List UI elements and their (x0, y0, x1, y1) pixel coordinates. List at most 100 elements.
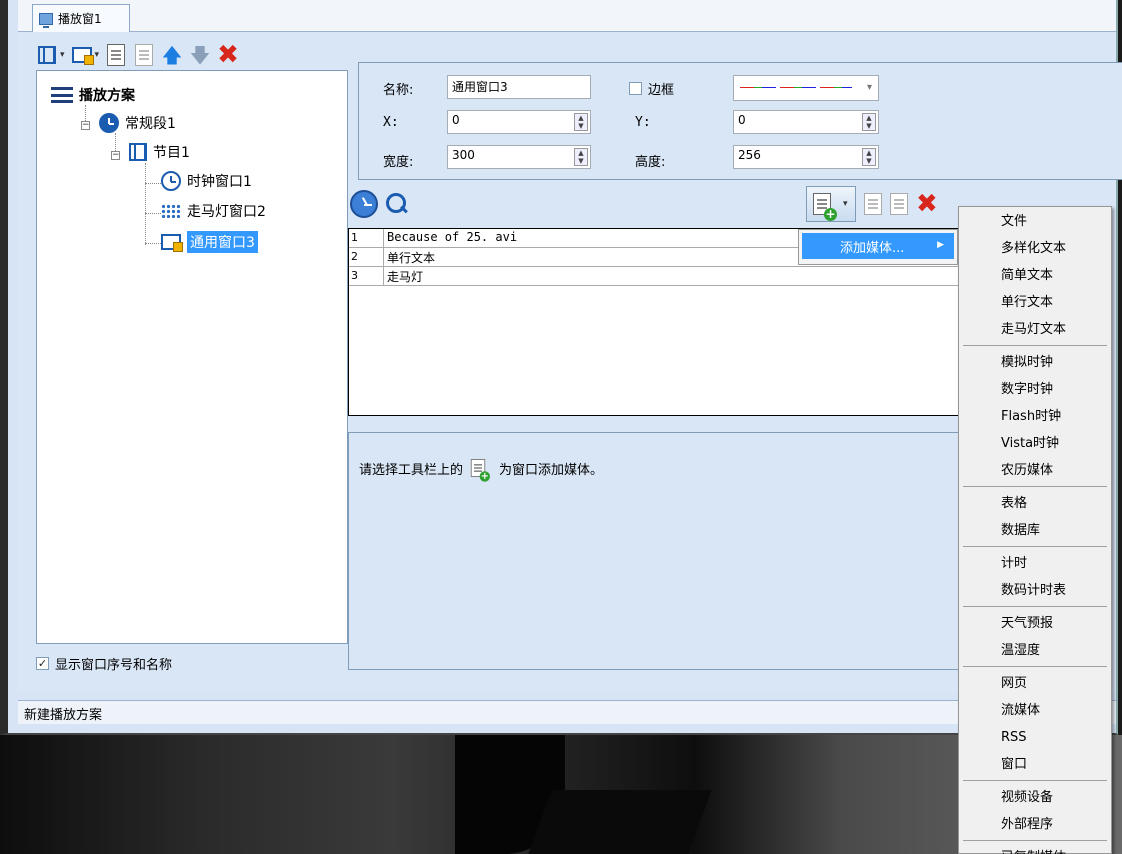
menu-item[interactable]: 天气预报 (959, 611, 1111, 637)
menu-item[interactable]: 简单文本 (959, 263, 1111, 289)
menu-separator (963, 780, 1107, 781)
add-document-icon (470, 459, 491, 482)
menu-item-add-media[interactable]: 添加媒体... ▶ (802, 233, 954, 259)
menu-item[interactable]: 模拟时钟 (959, 350, 1111, 376)
border-line-preview (740, 87, 852, 88)
main-window: 播放窗1 ▾ ▾ 🡅 🡇 ✖ 播放方案 − 常规段1 − 节目1 时钟窗口1 走… (0, 0, 1122, 735)
menu-item[interactable]: 网页 (959, 671, 1111, 697)
menu-separator (963, 345, 1107, 346)
move-down-button[interactable]: 🡇 (189, 44, 211, 66)
menu-separator (963, 546, 1107, 547)
menu-separator (963, 606, 1107, 607)
spinner-icon[interactable]: ▲ ▼ (862, 113, 876, 131)
menu-item[interactable]: 流媒体 (959, 698, 1111, 724)
window-add-button[interactable] (71, 44, 94, 66)
tree-line (145, 213, 161, 214)
chevron-down-icon[interactable]: ▾ (95, 50, 100, 60)
copy-button[interactable] (105, 44, 127, 66)
hint-text: 请选择工具栏上的 为窗口添加媒体。 (359, 457, 603, 482)
window-icon (161, 234, 183, 252)
checkbox-unchecked-icon[interactable] (629, 82, 642, 95)
media-name: Because of 25. avi (387, 230, 518, 244)
status-bar: 新建播放方案 (18, 700, 1116, 724)
height-value: 256 (738, 148, 761, 162)
menu-item[interactable]: Vista时钟 (959, 431, 1111, 457)
tree-node-marquee-window[interactable]: 走马灯窗口2 (161, 201, 266, 221)
search-icon[interactable] (384, 191, 410, 217)
menu-item[interactable]: 表格 (959, 491, 1111, 517)
tree-toolbar: ▾ ▾ 🡅 🡇 ✖ (36, 40, 239, 70)
media-name: 单行文本 (387, 251, 436, 265)
copy-media-icon[interactable] (864, 193, 882, 215)
column-divider (383, 267, 384, 285)
paste-button[interactable] (133, 44, 155, 66)
tree-node-label: 节目1 (153, 145, 190, 161)
list-item[interactable]: 3 走马灯 (349, 267, 967, 286)
tab-play-window[interactable]: 播放窗1 (32, 4, 130, 32)
menu-item[interactable]: 农历媒体 (959, 458, 1111, 484)
height-field[interactable]: 256 ▲ ▼ (733, 145, 879, 169)
menu-item[interactable]: 单行文本 (959, 290, 1111, 316)
film-add-button[interactable] (36, 44, 58, 66)
menu-item[interactable]: 数据库 (959, 518, 1111, 544)
width-value: 300 (452, 148, 475, 162)
border-checkbox[interactable]: 边框 (629, 79, 674, 98)
hint-panel: 请选择工具栏上的 为窗口添加媒体。 (348, 432, 968, 670)
menu-item[interactable]: 走马灯文本 (959, 317, 1111, 343)
show-window-name-checkbox[interactable]: ✓ 显示窗口序号和名称 (36, 654, 172, 673)
paste-media-icon[interactable] (890, 193, 908, 215)
spinner-icon[interactable]: ▲ ▼ (574, 148, 588, 166)
tree-node-root[interactable]: 播放方案 (51, 85, 135, 105)
media-type-menu: 文件 多样化文本 简单文本 单行文本 走马灯文本模拟时钟 数字时钟 Flash时钟 Vista… (958, 206, 1112, 854)
row-number: 2 (351, 250, 358, 263)
chevron-right-icon: ▶ (937, 240, 944, 250)
tree-node-label: 时钟窗口1 (187, 174, 252, 190)
spinner-icon[interactable]: ▲ ▼ (862, 148, 876, 166)
menu-item-label: 添加媒体... (840, 240, 905, 256)
y-label: Y: (635, 115, 651, 130)
collapse-icon[interactable]: − (111, 151, 120, 160)
film-icon (38, 46, 56, 64)
delete-media-icon[interactable]: ✖ (916, 191, 938, 217)
border-style-select[interactable]: ▾ (733, 75, 879, 101)
menu-item[interactable]: 数字时钟 (959, 377, 1111, 403)
chevron-down-icon[interactable]: ▾ (60, 50, 65, 60)
checkbox-checked-icon[interactable]: ✓ (36, 657, 49, 670)
menu-item[interactable]: 文件 (959, 209, 1111, 235)
chevron-down-icon[interactable]: ▾ (843, 199, 848, 209)
collapse-icon[interactable]: − (81, 121, 90, 130)
media-toolbar-left (350, 190, 410, 218)
menu-item[interactable]: 已复制媒体 (959, 845, 1111, 854)
clock-settings-button[interactable] (350, 190, 378, 218)
menu-item[interactable]: 温湿度 (959, 638, 1111, 664)
x-label: X: (383, 115, 399, 130)
tab-strip: 播放窗1 (18, 0, 1116, 32)
delete-button[interactable]: ✖ (217, 42, 239, 68)
add-media-button[interactable]: ▾ (806, 186, 856, 222)
menu-item[interactable]: RSS (959, 725, 1111, 751)
chevron-down-icon[interactable]: ▾ (867, 82, 872, 93)
height-label: 高度: (635, 155, 666, 170)
x-field[interactable]: 0 ▲ ▼ (447, 110, 591, 134)
name-field[interactable]: 通用窗口3 (447, 75, 591, 99)
width-field[interactable]: 300 ▲ ▼ (447, 145, 591, 169)
menu-item[interactable]: 计时 (959, 551, 1111, 577)
menu-item[interactable]: 多样化文本 (959, 236, 1111, 262)
tree-line (145, 183, 161, 184)
y-field[interactable]: 0 ▲ ▼ (733, 110, 879, 134)
menu-item[interactable]: 窗口 (959, 752, 1111, 778)
menu-item[interactable]: 视频设备 (959, 785, 1111, 811)
menu-item[interactable]: Flash时钟 (959, 404, 1111, 430)
spinner-icon[interactable]: ▲ ▼ (574, 113, 588, 131)
y-value: 0 (738, 113, 746, 127)
menu-item[interactable]: 数码计时表 (959, 578, 1111, 604)
tab-label: 播放窗1 (58, 12, 102, 26)
tree-node-label: 播放方案 (79, 88, 135, 104)
tree-node-general-window[interactable]: 通用窗口3 (161, 231, 258, 253)
tree-node-segment[interactable]: 常规段1 (99, 113, 176, 133)
tree-node-program[interactable]: 节目1 (129, 142, 190, 162)
menu-item[interactable]: 外部程序 (959, 812, 1111, 838)
move-up-button[interactable]: 🡅 (161, 44, 183, 66)
clock-icon (99, 113, 119, 133)
tree-node-clock-window[interactable]: 时钟窗口1 (161, 171, 252, 191)
